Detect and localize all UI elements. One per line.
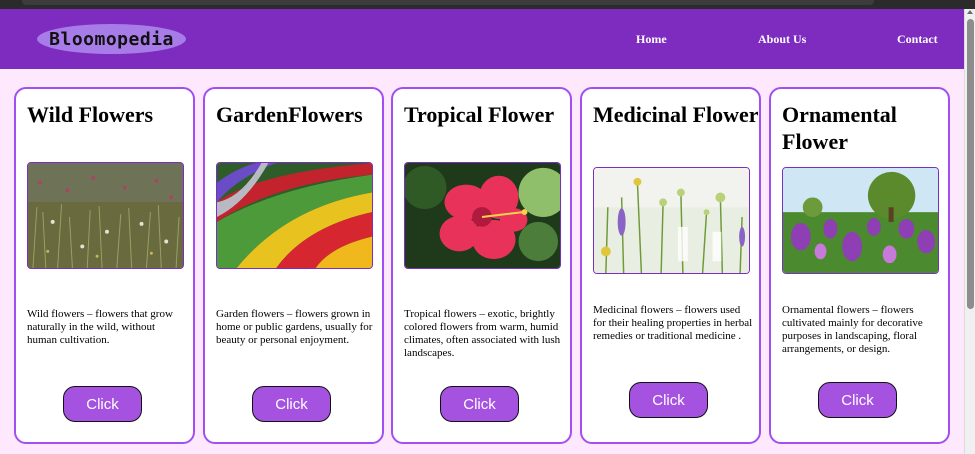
purple-tulips-image [782, 167, 939, 274]
card-description: Medicinal flowers – flowers used for the… [593, 304, 753, 342]
medicinal-flowers-image [593, 167, 750, 274]
click-button[interactable]: Click [818, 382, 897, 418]
wildflower-meadow-image [27, 162, 184, 269]
card-description: Tropical flowers – exotic, brightly colo… [404, 308, 561, 359]
navbar: Bloomopedia Home About Us Contact [0, 9, 964, 69]
nav-link-home[interactable]: Home [636, 32, 667, 47]
click-button[interactable]: Click [252, 386, 331, 422]
card-description: Wild flowers – flowers that grow natural… [27, 308, 173, 346]
page-scrollbar[interactable] [964, 9, 975, 454]
card-description: Garden flowers – flowers grown in home o… [216, 308, 373, 346]
scrollbar-thumb[interactable] [967, 19, 974, 309]
card-title: Ornamental Flower [782, 102, 897, 154]
browser-tab-edge [22, 0, 874, 5]
nav-link-contact[interactable]: Contact [897, 32, 938, 47]
hibiscus-image [404, 162, 561, 269]
card-wild-flowers: Wild Flowers Wild flowers – flowers that… [14, 87, 195, 444]
card-title: Wild Flowers [27, 102, 154, 127]
tulip-garden-rows-image [216, 162, 373, 269]
click-button[interactable]: Click [629, 382, 708, 418]
browser-chrome-strip [0, 0, 975, 9]
card-title: GardenFlowers [216, 102, 363, 127]
click-button[interactable]: Click [63, 386, 142, 422]
card-title: Tropical Flower [404, 102, 555, 127]
card-tropical-flower: Tropical Flower Tropical flowers – exoti… [391, 87, 572, 444]
site-logo[interactable]: Bloomopedia [37, 24, 186, 54]
card-garden-flowers: GardenFlowers Garden flowers – flowers g… [203, 87, 384, 444]
card-title: Medicinal Flower [593, 102, 759, 127]
scroll-up-arrow-icon[interactable] [967, 10, 973, 14]
nav-link-about-us[interactable]: About Us [758, 32, 806, 47]
card-medicinal-flower: Medicinal Flower Medicinal flowers – flo… [580, 87, 761, 444]
click-button[interactable]: Click [440, 386, 519, 422]
card-description: Ornamental flowers – flowers cultivated … [782, 304, 923, 355]
card-ornamental-flower: Ornamental Flower Ornamental flowers – f… [769, 87, 950, 444]
